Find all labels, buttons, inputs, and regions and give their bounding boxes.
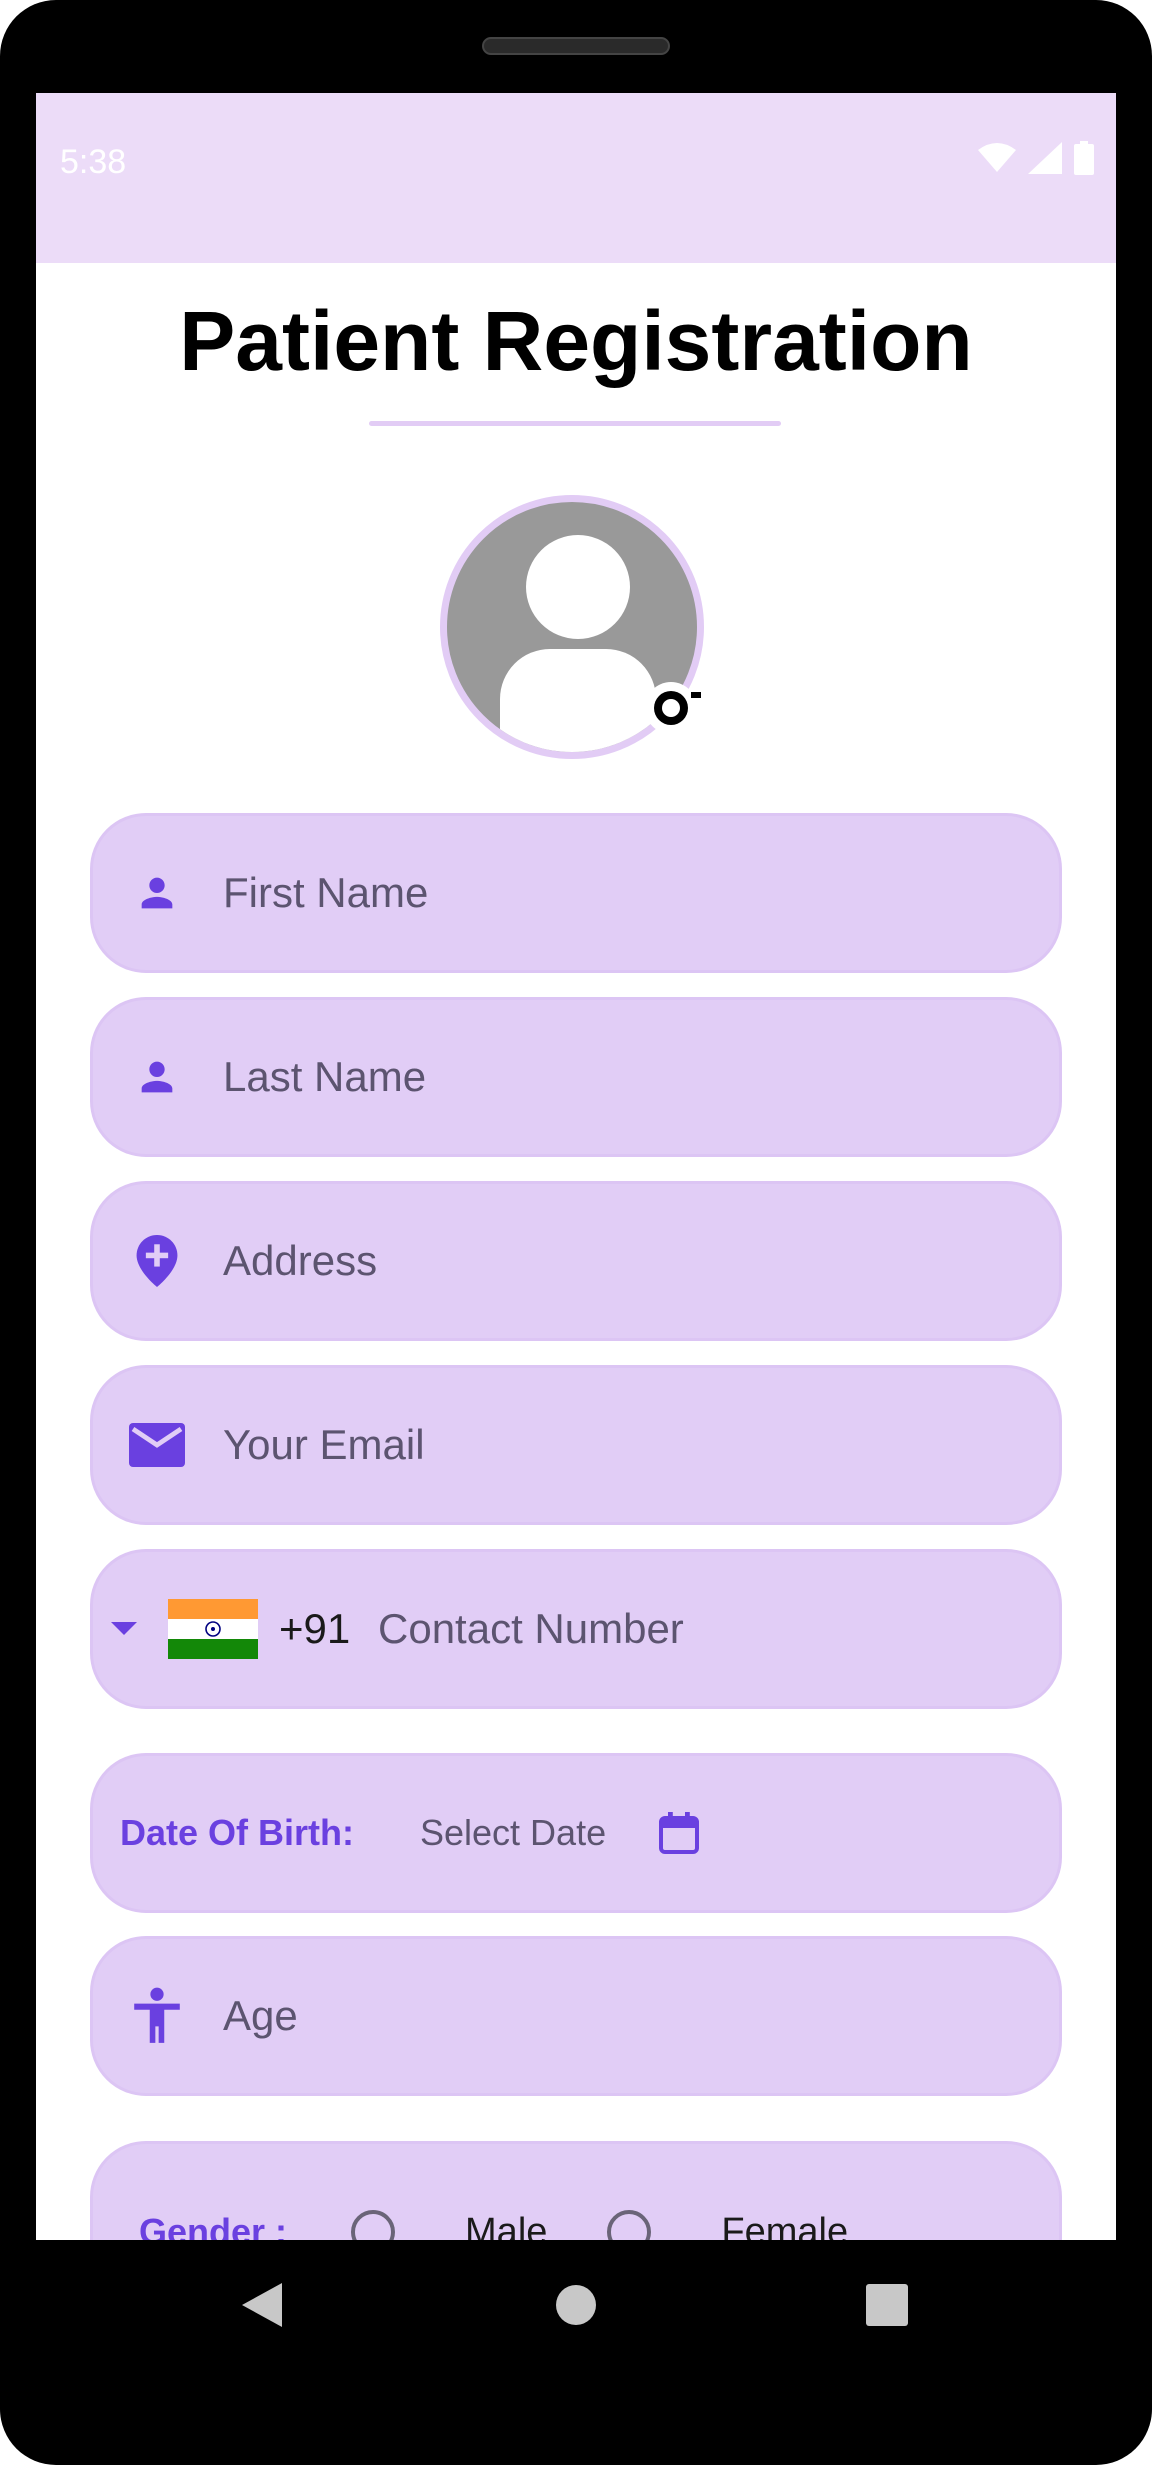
chevron-down-icon[interactable] (109, 1620, 139, 1638)
signal-icon (1028, 142, 1062, 174)
gender-option-female: Female (721, 2210, 849, 2241)
title-underline (369, 421, 781, 426)
calendar-icon[interactable] (659, 1812, 699, 1854)
camera-icon[interactable] (647, 678, 705, 736)
age-placeholder: Age (223, 1992, 298, 2039)
person-icon (129, 865, 185, 921)
battery-icon (1074, 141, 1094, 175)
accessibility-icon (129, 1987, 185, 2044)
status-icons (978, 141, 1094, 175)
email-placeholder: Your Email (223, 1421, 425, 1468)
last-name-field[interactable]: Last Name (90, 997, 1062, 1157)
date-of-birth-field[interactable]: Date Of Birth: Select Date (90, 1753, 1062, 1913)
contact-number-field[interactable]: +91 Contact Number (90, 1549, 1062, 1709)
default-user-body (500, 649, 656, 752)
address-placeholder: Address (223, 1237, 378, 1284)
age-field[interactable]: Age (90, 1936, 1062, 2096)
radio-female[interactable] (607, 2210, 652, 2240)
status-time: 5:38 (60, 143, 127, 181)
device-frame: 5:38 Patient Registration First Name Las… (0, 0, 1152, 2465)
first-name-field[interactable]: First Name (90, 813, 1062, 973)
contact-number-placeholder: Contact Number (378, 1605, 684, 1652)
back-icon[interactable] (240, 2281, 284, 2329)
first-name-placeholder: First Name (223, 869, 429, 916)
person-icon (129, 1049, 185, 1105)
gender-field: Gender : Male Female (90, 2141, 1062, 2240)
location-pin-icon (129, 1233, 185, 1289)
radio-male[interactable] (351, 2210, 396, 2240)
gender-option-male: Male (465, 2210, 548, 2241)
home-icon[interactable] (555, 2284, 597, 2326)
mail-icon (129, 1417, 185, 1473)
email-field[interactable]: Your Email (90, 1365, 1062, 1525)
last-name-placeholder: Last Name (223, 1053, 427, 1100)
gender-label: Gender : (139, 2211, 288, 2240)
india-flag-icon[interactable] (168, 1599, 258, 1659)
dial-code: +91 (279, 1605, 351, 1652)
app-screen: 5:38 Patient Registration First Name Las… (36, 93, 1116, 2240)
device-speaker (482, 37, 670, 55)
gender-row: Gender : Male Female (139, 2210, 908, 2240)
page-title: Patient Registration (179, 294, 973, 388)
status-bar: 5:38 (36, 93, 1116, 263)
date-of-birth-label: Date Of Birth: (120, 1812, 354, 1853)
address-field[interactable]: Address (90, 1181, 1062, 1341)
navigation-bar (0, 2240, 1152, 2370)
select-date-text[interactable]: Select Date (420, 1812, 606, 1854)
recents-icon[interactable] (866, 2284, 908, 2326)
default-user-icon (526, 535, 630, 639)
wifi-icon (978, 143, 1016, 172)
